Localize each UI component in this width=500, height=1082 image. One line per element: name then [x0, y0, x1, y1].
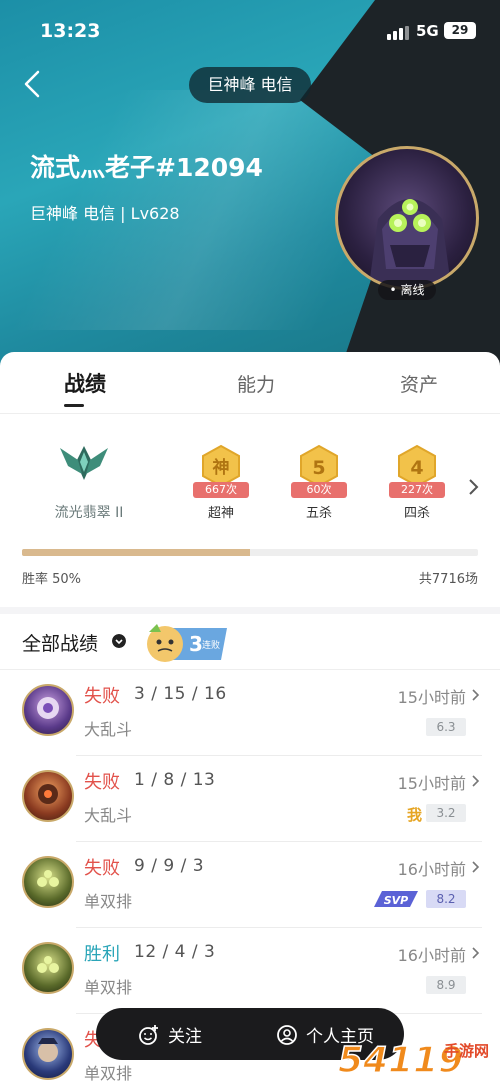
hero-avatar	[22, 770, 74, 822]
hero-portrait-icon	[368, 199, 452, 287]
medal-count: 60次	[291, 482, 347, 498]
hero-portrait-icon	[37, 697, 59, 719]
profile-tabs: 战绩 能力 资产	[0, 352, 500, 414]
tab-ability[interactable]: 能力	[237, 370, 275, 397]
match-score: 6.3	[426, 718, 466, 736]
medal-glyph: 5	[312, 457, 325, 479]
match-kda: 1 / 8 / 13	[134, 770, 216, 790]
tab-assets[interactable]: 资产	[400, 370, 438, 397]
win-rate-bar	[22, 549, 478, 556]
hero-avatar	[22, 1028, 74, 1080]
watermark-sub: 手游网	[444, 1042, 489, 1060]
medal-count: 667次	[193, 482, 249, 498]
hero-portrait-icon	[38, 784, 58, 804]
tab-records[interactable]: 战绩	[64, 368, 106, 398]
match-time: 16小时前	[397, 946, 466, 965]
follow-label: 关注	[168, 1027, 202, 1047]
match-row[interactable]: 胜利 12 / 4 / 3 单双排 16小时前 8.9	[0, 928, 500, 1014]
losing-streak-badge: 3 连败	[147, 624, 227, 662]
match-row[interactable]: 失败 9 / 9 / 3 单双排 16小时前 SVP 8.2	[0, 842, 500, 928]
follow-smile-icon	[139, 1024, 158, 1045]
streak-number: 3	[189, 632, 203, 656]
player-avatar[interactable]	[335, 146, 479, 290]
match-result: 失败	[84, 858, 120, 879]
hero-portrait-icon	[38, 1038, 58, 1062]
hero-avatar	[22, 684, 74, 736]
hero-avatar	[22, 942, 74, 994]
server-selector[interactable]: 巨神峰 电信	[189, 67, 311, 103]
offline-status: • 离线	[378, 280, 436, 300]
match-time: 15小时前	[397, 774, 466, 793]
match-row[interactable]: 失败 1 / 8 / 13 大乱斗 15小时前 我 3.2	[0, 756, 500, 842]
status-bar: 13:23 5G 29	[0, 0, 500, 62]
rank-name: 流光翡翠 II	[54, 505, 124, 521]
medal-quadrakill[interactable]: 4 227次 四杀	[382, 444, 452, 521]
svp-text: SVP	[384, 894, 409, 907]
medal-glyph: 神	[213, 457, 230, 478]
active-tab-underline	[64, 404, 84, 407]
medal-count: 227次	[389, 482, 445, 498]
user-circle-icon	[277, 1024, 297, 1045]
win-rate-text: 胜率 50%	[22, 572, 82, 587]
match-mode: 大乱斗	[84, 806, 133, 825]
hero-portrait-icon	[37, 956, 59, 973]
self-tag: 我	[406, 806, 422, 824]
rank-emblem-icon	[60, 446, 108, 480]
battery-icon: 29	[444, 22, 476, 39]
player-server-level: 巨神峰 电信 | Lv628	[30, 204, 180, 223]
medal-label: 五杀	[305, 506, 332, 521]
records-header: 全部战绩 3 连败	[0, 614, 500, 670]
hero-avatar	[22, 856, 74, 908]
match-score: 8.9	[426, 976, 466, 994]
follow-button[interactable]: 关注	[138, 1022, 202, 1047]
back-arrow-icon[interactable]	[18, 66, 48, 102]
match-time: 16小时前	[397, 860, 466, 879]
site-watermark-logo: 54119 手游网	[337, 1039, 489, 1082]
match-result: 失败	[84, 772, 120, 793]
streak-text: 连败	[202, 639, 220, 651]
chevron-right-icon	[472, 689, 480, 701]
match-mode: 大乱斗	[84, 720, 133, 739]
chevron-right-icon	[472, 775, 480, 787]
medal-label: 四杀	[403, 506, 430, 521]
match-mode: 单双排	[84, 978, 133, 997]
medal-label: 超神	[207, 506, 234, 521]
match-mode: 单双排	[84, 1064, 133, 1082]
match-row[interactable]: 失败 3 / 15 / 16 大乱斗 15小时前 6.3	[0, 670, 500, 756]
match-score: 3.2	[426, 804, 466, 822]
total-games: 共7716场	[418, 572, 478, 587]
signal-icon	[387, 26, 409, 40]
chevron-right-icon	[472, 861, 480, 873]
player-name: 流式灬老子#12094	[30, 153, 263, 182]
svp-badge: SVP	[374, 891, 418, 907]
medal-pentakill[interactable]: 5 60次 五杀	[284, 444, 354, 521]
network-type: 5G	[416, 22, 439, 40]
match-result: 失败	[84, 686, 120, 707]
dropdown-icon[interactable]	[112, 634, 126, 648]
medal-legendary[interactable]: 神 667次 超神	[186, 444, 256, 521]
match-kda: 9 / 9 / 3	[134, 856, 205, 876]
records-filter[interactable]: 全部战绩	[22, 629, 98, 656]
win-rate-fill	[22, 549, 250, 556]
stats-card: 战绩 能力 资产 流光翡翠 II 神 667次 超神 5 60次 五杀 4 22…	[0, 352, 500, 607]
chevron-right-icon[interactable]	[466, 478, 480, 496]
match-kda: 12 / 4 / 3	[134, 942, 216, 962]
profile-header: 13:23 5G 29 巨神峰 电信 流式灬老子#12094 巨神峰 电信 | …	[0, 0, 500, 400]
hero-portrait-icon	[37, 870, 59, 887]
match-kda: 3 / 15 / 16	[134, 684, 227, 704]
match-mode: 单双排	[84, 892, 133, 911]
match-result: 胜利	[84, 944, 120, 965]
status-time: 13:23	[40, 20, 101, 42]
medal-glyph: 4	[410, 457, 423, 479]
match-time: 15小时前	[397, 688, 466, 707]
chevron-right-icon	[472, 947, 480, 959]
match-score: 8.2	[426, 890, 466, 908]
